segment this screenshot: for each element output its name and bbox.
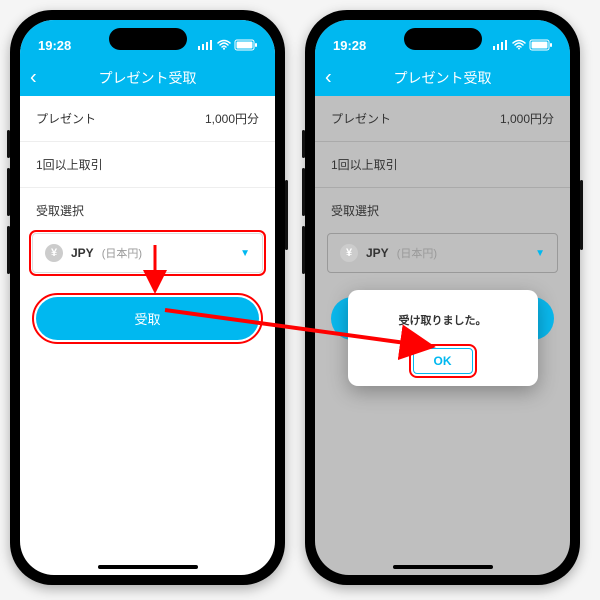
back-icon[interactable]: ‹ [30,67,37,90]
page-title: プレゼント受取 [394,68,492,88]
present-value: 1,000円分 [500,110,554,127]
signal-icon [198,40,213,50]
present-row: プレゼント 1,000円分 [315,96,570,142]
status-icons [493,40,552,51]
home-indicator[interactable] [393,565,493,569]
status-time: 19:28 [38,38,71,53]
annotation-arrow-across [160,290,450,370]
present-row: プレゼント 1,000円分 [20,96,275,142]
chevron-down-icon: ▼ [240,248,250,259]
select-label: 受取選択 [315,188,570,227]
status-icons [198,40,257,51]
present-label: プレゼント [36,110,96,127]
dynamic-island [404,28,482,50]
condition-text: 1回以上取引 [331,156,398,173]
wifi-icon [512,40,526,50]
condition-text: 1回以上取引 [36,156,103,173]
currency-name: (日本円) [102,245,142,261]
yen-icon: ¥ [340,244,358,262]
wifi-icon [217,40,231,50]
condition-row: 1回以上取引 [20,142,275,188]
condition-row: 1回以上取引 [315,142,570,188]
nav-header: ‹ プレゼント受取 [20,60,275,96]
chevron-down-icon: ▼ [535,248,545,259]
home-indicator[interactable] [98,565,198,569]
select-label: 受取選択 [20,188,275,227]
currency-name: (日本円) [397,245,437,261]
currency-dropdown[interactable]: ¥ JPY (日本円) ▼ [327,233,558,273]
battery-icon [235,40,257,51]
yen-icon: ¥ [45,244,63,262]
back-icon[interactable]: ‹ [325,67,332,90]
status-time: 19:28 [333,38,366,53]
battery-icon [530,40,552,51]
currency-code: JPY [366,246,389,260]
dynamic-island [109,28,187,50]
present-label: プレゼント [331,110,391,127]
nav-header: ‹ プレゼント受取 [315,60,570,96]
currency-code: JPY [71,246,94,260]
page-title: プレゼント受取 [99,68,197,88]
signal-icon [493,40,508,50]
present-value: 1,000円分 [205,110,259,127]
